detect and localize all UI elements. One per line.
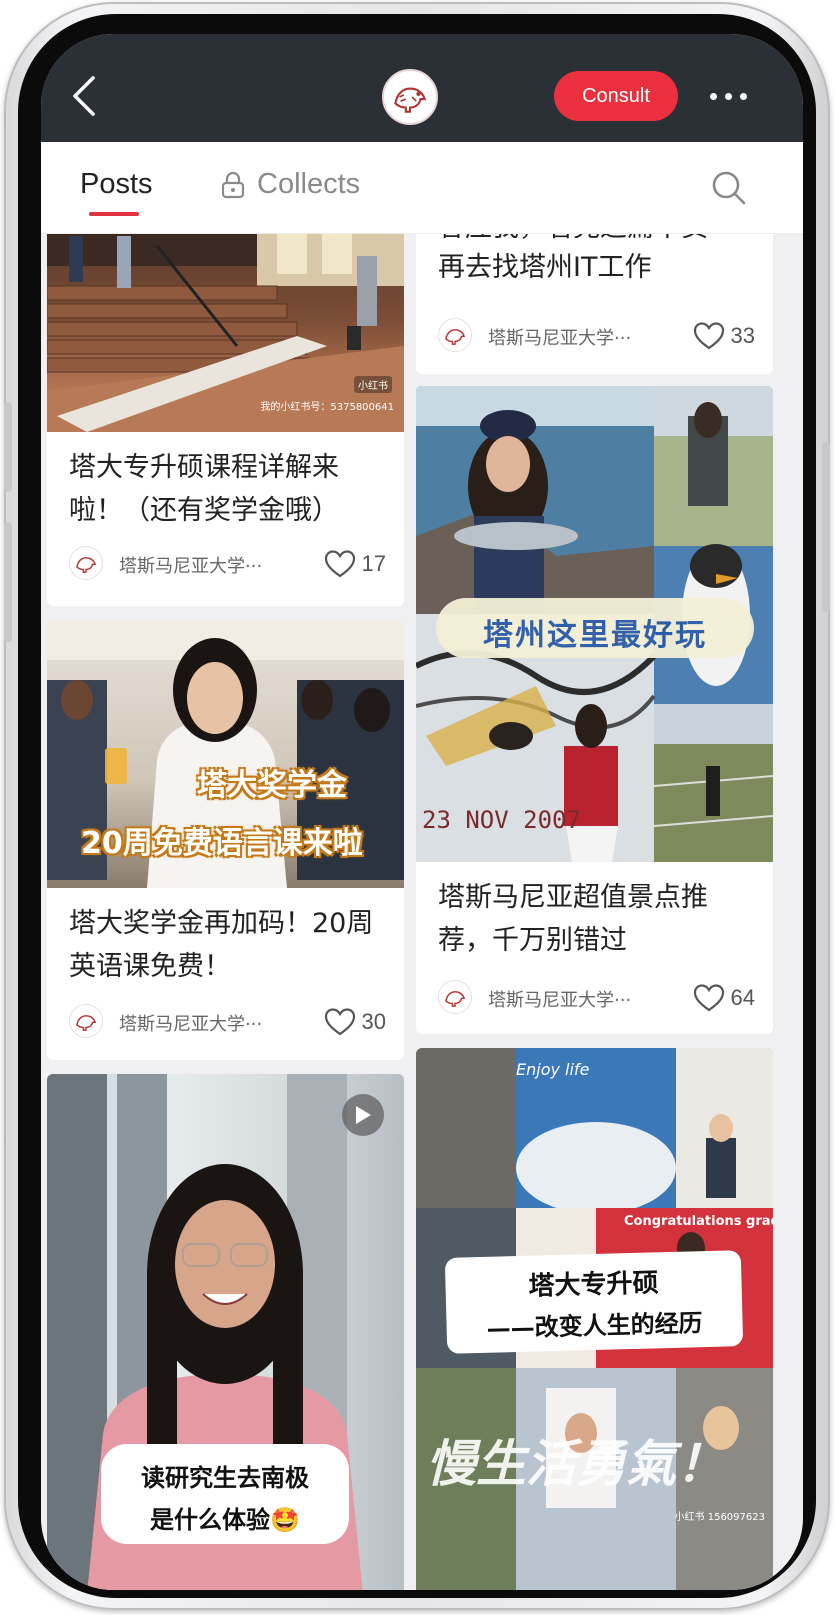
post-image: Enjoy life Congratulations gradu 塔大专升硕 —… [416,1048,773,1590]
more-options-button[interactable] [706,86,750,106]
like-count: 30 [361,1009,386,1034]
dot-icon [709,92,717,100]
image-overlay-caption: Enjoy life [516,1060,590,1079]
active-tab-indicator [89,212,139,216]
post-meta: 塔斯马尼亚大学··· 33 [438,316,755,356]
like-button[interactable]: 33 [693,320,755,352]
post-card[interactable]: 读研究生去南极 是什么体验🤩 [47,1074,404,1590]
chevron-left-icon [73,76,95,116]
play-button[interactable] [342,1094,384,1136]
like-count: 64 [730,985,755,1010]
post-title: 塔斯马尼亚超值景点推荐，千万别错过 [438,882,708,956]
heart-icon [324,1008,355,1036]
watermark-id: 小红书 156097623 [674,1512,765,1523]
tab-posts[interactable]: Posts [80,168,153,201]
power-button [822,442,830,612]
author-avatar [438,318,472,352]
lion-crest-icon [394,87,427,113]
image-overlay-subtitle: 20周免费语言课来啦 [81,826,363,861]
post-card[interactable]: 塔大奖学金 20周免费语言课来啦 塔大奖学金再加码！20周英语课免费！ 塔斯马尼… [47,620,404,1060]
lion-crest-icon [76,557,97,573]
post-meta: 塔斯马尼亚大学··· 30 [69,1002,386,1042]
author-name[interactable]: 塔斯马尼亚大学··· [488,324,631,350]
post-image: 读研究生去南极 是什么体验🤩 [47,1074,404,1590]
lock-icon [221,171,245,198]
play-icon [356,1106,371,1124]
university-logo-avatar[interactable] [382,69,438,125]
dot-icon [739,92,747,100]
volume-button [4,402,12,492]
image-overlay-title: 塔大奖学金 [197,768,347,803]
post-card[interactable]: Enjoy life Congratulations gradu 塔大专升硕 —… [416,1048,773,1590]
search-icon [712,171,746,205]
image-overlay-title: 塔大专升硕 [528,1268,659,1302]
consult-button[interactable]: Consult [554,71,678,121]
volume-button [4,522,12,642]
author-avatar [438,980,472,1014]
post-title: 塔大奖学金再加码！20周英语课免费！ [69,908,374,982]
post-title: 塔大专升硕课程详解来啦！（还有奖学金哦） [69,452,339,526]
heart-icon [693,984,724,1012]
like-count: 33 [730,323,755,348]
tab-bar: Posts Collects [41,142,803,234]
post-title: 再去找塔州IT工作 [438,252,652,283]
post-card[interactable]: 答应我，看完这篇干货 再去找塔州IT工作 塔斯马尼亚大学··· 33 [416,234,773,374]
like-count: 17 [361,551,386,576]
post-card[interactable]: 塔州这里最好玩 23 NOV 2007 塔斯马尼亚超值景点推荐，千万别错过 塔斯… [416,386,773,1034]
lion-crest-icon [76,1015,97,1031]
top-bar: Consult [41,34,803,142]
caption-card: 塔大专升硕 ——改变人生的经历 [444,1250,744,1354]
watermark-brand: 小红书 [354,376,392,393]
watermark-id: 我的小红书号：5375800641 [260,402,394,413]
post-image: 小红书 我的小红书号：5375800641 [47,234,404,432]
image-overlay-date: 23 NOV 2007 [422,806,581,834]
back-button[interactable] [69,74,99,118]
lion-crest-icon [445,329,466,345]
like-button[interactable]: 64 [693,982,755,1014]
author-name[interactable]: 塔斯马尼亚大学··· [119,1010,262,1036]
post-meta: 塔斯马尼亚大学··· 64 [438,978,755,1018]
heart-icon [324,550,355,578]
image-overlay-title: 读研究生去南极 [141,1464,309,1492]
screen: Consult Posts Collects 小红书 我的小红书号：537580… [41,34,803,1590]
author-avatar [69,1004,103,1038]
like-button[interactable]: 30 [324,1006,386,1038]
author-avatar [69,546,103,580]
posts-feed[interactable]: 小红书 我的小红书号：5375800641 塔大专升硕课程详解来啦！（还有奖学金… [41,234,803,1590]
heart-icon [693,322,724,350]
image-overlay-slogan: 慢生活勇氣！ [426,1435,726,1493]
image-overlay-title: 塔州这里最好玩 [483,618,707,653]
caption-bubble: 读研究生去南极 是什么体验🤩 [101,1444,349,1544]
post-meta: 塔斯马尼亚大学··· 17 [69,544,386,584]
post-image: 塔大奖学金 20周免费语言课来啦 [47,620,404,888]
lion-crest-icon [445,991,466,1007]
author-name[interactable]: 塔斯马尼亚大学··· [119,552,262,578]
tab-collects[interactable]: Collects [221,168,360,201]
author-name[interactable]: 塔斯马尼亚大学··· [488,986,631,1012]
phone-frame: Consult Posts Collects 小红书 我的小红书号：537580… [4,2,830,1610]
image-overlay-subtitle: ——改变人生的经历 [486,1309,703,1343]
search-button[interactable] [711,170,747,206]
like-button[interactable]: 17 [324,548,386,580]
banner-overlay: 塔州这里最好玩 [436,598,754,658]
image-overlay-caption: Congratulations gradu [624,1214,773,1229]
dot-icon [724,92,732,100]
tab-collects-label: Collects [257,168,361,200]
image-overlay-subtitle: 是什么体验🤩 [150,1506,300,1534]
post-image: 塔州这里最好玩 23 NOV 2007 [416,386,773,862]
post-card[interactable]: 小红书 我的小红书号：5375800641 塔大专升硕课程详解来啦！（还有奖学金… [47,234,404,606]
